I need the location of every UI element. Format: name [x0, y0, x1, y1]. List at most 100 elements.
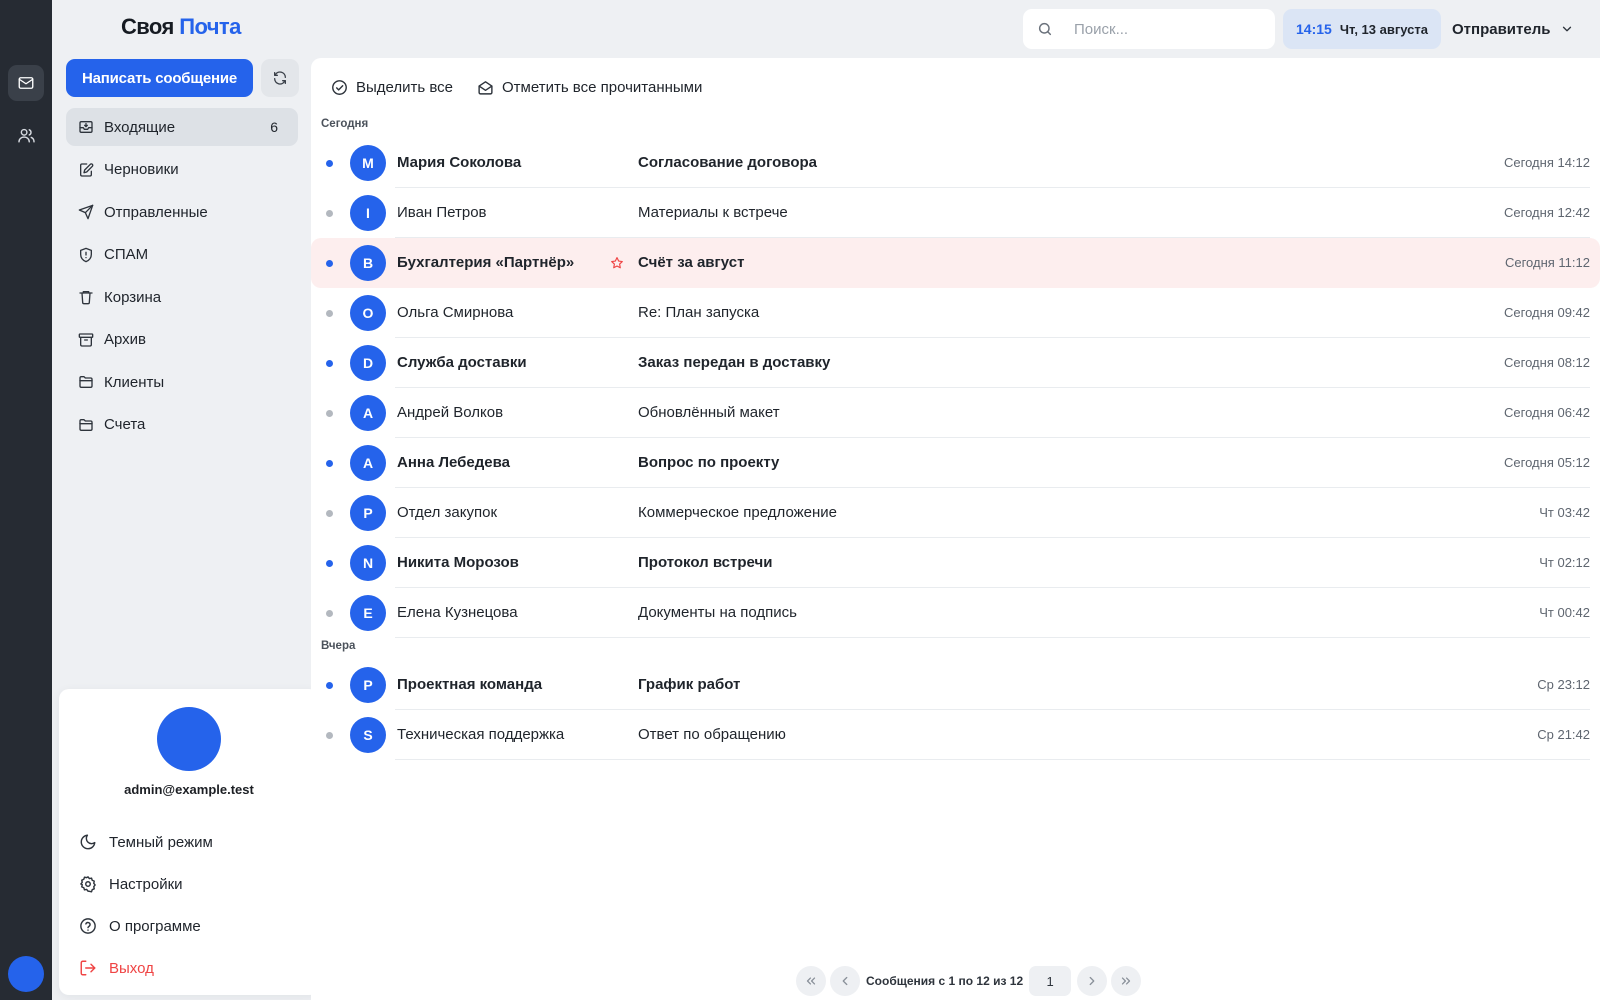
search-box [1023, 9, 1275, 49]
compose-button[interactable]: Написать сообщение [66, 59, 253, 97]
mail-row[interactable]: M Мария Соколова Согласование договора Сего… [311, 138, 1600, 188]
mail-row[interactable]: A Анна Лебедева Вопрос по проекту Сегодня 0… [311, 438, 1600, 488]
folder-sent[interactable]: Отправленные [66, 193, 298, 231]
sender-dropdown[interactable]: Отправитель [1452, 9, 1574, 49]
mail-sender: Бухгалтерия «Партнёр» [397, 254, 575, 271]
mail-time: Чт 03:42 [1539, 505, 1590, 520]
folder-label: Архив [104, 331, 147, 348]
mail-sender: Отдел закупок [397, 504, 498, 521]
sender-avatar: A [350, 445, 386, 481]
rail-contacts-button[interactable] [8, 117, 44, 153]
sender-avatar: N [350, 545, 386, 581]
gear-icon [80, 876, 96, 893]
folder-archive[interactable]: Архив [66, 321, 298, 359]
next-page-button[interactable] [1077, 966, 1108, 996]
read-dot [326, 310, 333, 317]
app-rail [0, 0, 52, 1000]
folder-label: Входящие [104, 118, 176, 136]
select-all-button[interactable]: Выделить все [331, 73, 453, 101]
logo-text-part2: Почта [179, 14, 241, 39]
sender-avatar: D [350, 345, 386, 381]
archive-icon [78, 332, 94, 347]
folder-clients[interactable]: Клиенты [66, 363, 298, 401]
sender-avatar: O [350, 295, 386, 331]
menu-settings[interactable]: Настройки [77, 867, 301, 901]
mail-sender: Ольга Смирнова [397, 304, 514, 321]
menu-item-label: Темный режим [109, 833, 213, 851]
menu-about[interactable]: О программе [77, 909, 301, 943]
search-input[interactable] [1074, 9, 1264, 49]
menu-dark-mode[interactable]: Темный режим [77, 825, 301, 859]
mark-all-read-button[interactable]: Отметить все прочитанными [477, 73, 702, 101]
mail-row[interactable]: N Никита Морозов Протокол встречи Чт 02:12 [311, 538, 1600, 588]
folder-invoices[interactable]: Счета [66, 406, 298, 444]
menu-item-label: О программе [109, 917, 201, 935]
moon-icon [80, 834, 96, 850]
mail-group-label: Сегодня [321, 118, 369, 130]
logout-icon [80, 960, 96, 976]
last-page-button[interactable] [1111, 966, 1142, 996]
mail-time: Ср 21:42 [1537, 727, 1590, 742]
chevrons-right-icon [1121, 977, 1131, 985]
mail-time: Сегодня 12:42 [1504, 205, 1590, 220]
current-page-number[interactable]: 1 [1029, 966, 1072, 996]
unread-dot [326, 160, 333, 167]
mail-time: Сегодня 05:12 [1504, 455, 1590, 470]
mail-row[interactable]: P Проектная команда График работ Ср 23:12 [311, 660, 1600, 710]
read-dot [326, 610, 333, 617]
rail-user-avatar[interactable] [8, 956, 44, 992]
menu-logout[interactable]: Выход [77, 951, 301, 985]
select-all-label: Выделить все [356, 78, 454, 96]
rail-mail-button[interactable] [8, 65, 44, 101]
folder-drafts[interactable]: Черновики [66, 151, 298, 189]
read-dot [326, 410, 333, 417]
mail-row[interactable]: D Служба доставки Заказ передан в доставку… [311, 338, 1600, 388]
mail-subject: Материалы к встрече [638, 204, 788, 221]
mail-subject: Коммерческое предложение [638, 504, 838, 521]
sender-dropdown-label: Отправитель [1452, 20, 1551, 38]
folder-inbox[interactable]: Входящие 6 [66, 108, 298, 146]
user-email: admin@example.test [124, 782, 254, 797]
read-dot [326, 510, 333, 517]
mail-row[interactable]: O Ольга Смирнова Re: План запуска Сегодня 0… [311, 288, 1600, 338]
first-page-button[interactable] [796, 966, 826, 996]
mail-row[interactable]: I Иван Петров Материалы к встрече Сегодня 1… [311, 188, 1600, 238]
unread-dot [326, 260, 333, 267]
send-icon [78, 204, 94, 220]
sender-avatar: M [350, 145, 386, 181]
mail-row[interactable]: S Техническая поддержка Ответ по обращению… [311, 710, 1600, 760]
menu-item-label: Выход [109, 959, 154, 977]
folder-icon [79, 376, 93, 388]
clock-time: 14:15 [1296, 21, 1332, 37]
unread-dot [326, 360, 333, 367]
mail-sender: Андрей Волков [397, 404, 504, 421]
mail-icon [18, 77, 34, 89]
star-icon[interactable] [610, 256, 624, 270]
folder-label: Отправленные [104, 203, 208, 221]
folder-label: СПАМ [104, 246, 149, 263]
mail-subject: Документы на подпись [638, 604, 797, 621]
mail-subject: Re: План запуска [638, 304, 760, 321]
mail-sender: Анна Лебедева [397, 454, 510, 471]
refresh-button[interactable] [261, 59, 299, 97]
mail-row[interactable]: A Андрей Волков Обновлённый макет Сегодня 0… [311, 388, 1600, 438]
sender-avatar: E [350, 595, 386, 631]
shield-icon [80, 247, 92, 262]
user-avatar [157, 707, 221, 771]
pagination-info: Сообщения с 1 по 12 из 12 [866, 974, 1024, 988]
folder-trash[interactable]: Корзина [66, 278, 298, 316]
prev-page-button[interactable] [830, 966, 860, 996]
mail-sender: Елена Кузнецова [397, 604, 518, 621]
mail-list-panel: Выделить все Отметить все прочитанными С… [311, 58, 1600, 1000]
mail-subject: График работ [638, 676, 741, 693]
folder-list: Входящие 6 Черновики Отправленные СПАМ К… [66, 108, 298, 448]
folder-spam[interactable]: СПАМ [66, 236, 298, 274]
chevron-right-icon [1089, 976, 1095, 986]
mail-row[interactable]: B Бухгалтерия «Партнёр» Счёт за август Сего… [311, 238, 1600, 288]
mail-row[interactable]: P Отдел закупок Коммерческое предложение Чт… [311, 488, 1600, 538]
mail-subject: Согласование договора [638, 154, 817, 171]
mail-row[interactable]: E Елена Кузнецова Документы на подпись Чт 0… [311, 588, 1600, 638]
trash-icon [79, 291, 93, 305]
sender-avatar: P [350, 495, 386, 531]
unread-dot [326, 682, 333, 689]
